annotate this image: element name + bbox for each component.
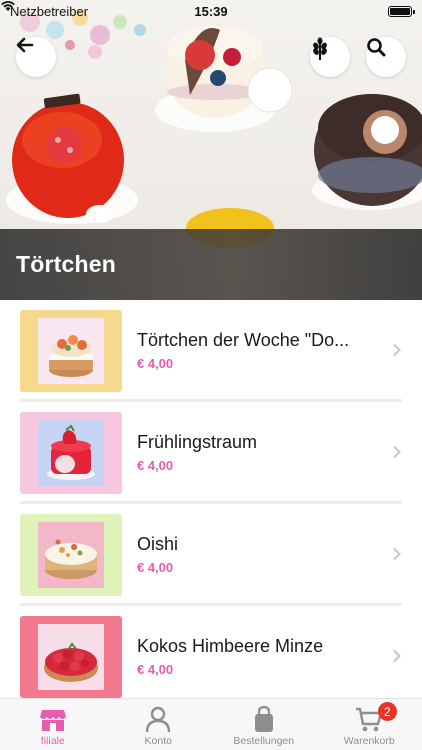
cart-badge: 2 — [377, 702, 397, 721]
clock: 15:39 — [194, 3, 228, 19]
tab-filiale[interactable]: filiale — [0, 699, 106, 750]
category-header: Törtchen — [0, 229, 422, 300]
tab-konto[interactable]: Konto — [106, 699, 212, 750]
arrow-left-icon — [16, 37, 34, 53]
product-thumbnail — [20, 412, 122, 494]
product-thumbnail — [20, 616, 122, 698]
product-name: Kokos Himbeere Minze — [137, 636, 324, 656]
product-name: Frühlingstraum — [137, 432, 258, 452]
product-thumbnail — [20, 310, 122, 392]
tab-warenkorb[interactable]: 2 Warenkorb — [317, 699, 422, 750]
product-row[interactable]: Frühlingstraum € 4,00 — [20, 402, 402, 504]
hero-image: Netzbetreiber 15:39 Törtchen — [0, 0, 422, 300]
back-button[interactable] — [16, 37, 56, 77]
product-price: € 4,00 — [137, 458, 174, 473]
tart-image — [38, 522, 104, 588]
product-price: € 4,00 — [137, 662, 174, 677]
store-icon — [39, 710, 66, 731]
wheat-icon — [313, 37, 327, 60]
chevron-right-icon — [393, 548, 401, 560]
tart-image — [38, 624, 104, 690]
product-thumbnail — [20, 514, 122, 596]
product-row[interactable]: Kokos Himbeere Minze € 4,00 — [20, 606, 402, 698]
tab-bestellungen[interactable]: Bestellungen — [211, 699, 317, 750]
product-name: Törtchen der Woche "Do... — [137, 330, 350, 350]
allergen-filter-button[interactable] — [310, 37, 350, 77]
status-bar: Netzbetreiber 15:39 — [0, 0, 422, 22]
page-title: Törtchen — [16, 251, 116, 277]
product-price: € 4,00 — [137, 356, 174, 371]
tab-label: Warenkorb — [343, 735, 395, 747]
search-button[interactable] — [366, 37, 406, 77]
tart-image — [38, 318, 104, 384]
carrier-label: Netzbetreiber — [10, 3, 89, 19]
product-price: € 4,00 — [137, 560, 174, 575]
search-icon — [367, 38, 386, 57]
product-row[interactable]: Törtchen der Woche "Do... € 4,00 — [20, 300, 402, 402]
bag-icon — [254, 705, 273, 732]
battery-icon — [388, 5, 415, 17]
tab-label: Bestellungen — [233, 735, 295, 747]
tab-label: Konto — [144, 735, 172, 747]
person-icon — [146, 706, 171, 733]
product-row[interactable]: Oishi € 4,00 — [20, 504, 402, 606]
chevron-right-icon — [393, 344, 401, 356]
product-name: Oishi — [137, 534, 179, 554]
tart-image — [38, 420, 104, 486]
chevron-right-icon — [393, 446, 401, 458]
product-list: Törtchen der Woche "Do... € 4,00 Frühlin… — [0, 300, 422, 698]
chevron-right-icon — [393, 650, 401, 662]
tab-bar: filiale Konto Bestellungen 2 Warenkorb — [0, 698, 422, 750]
wifi-icon — [1, 1, 15, 11]
tab-label: filiale — [40, 735, 65, 747]
